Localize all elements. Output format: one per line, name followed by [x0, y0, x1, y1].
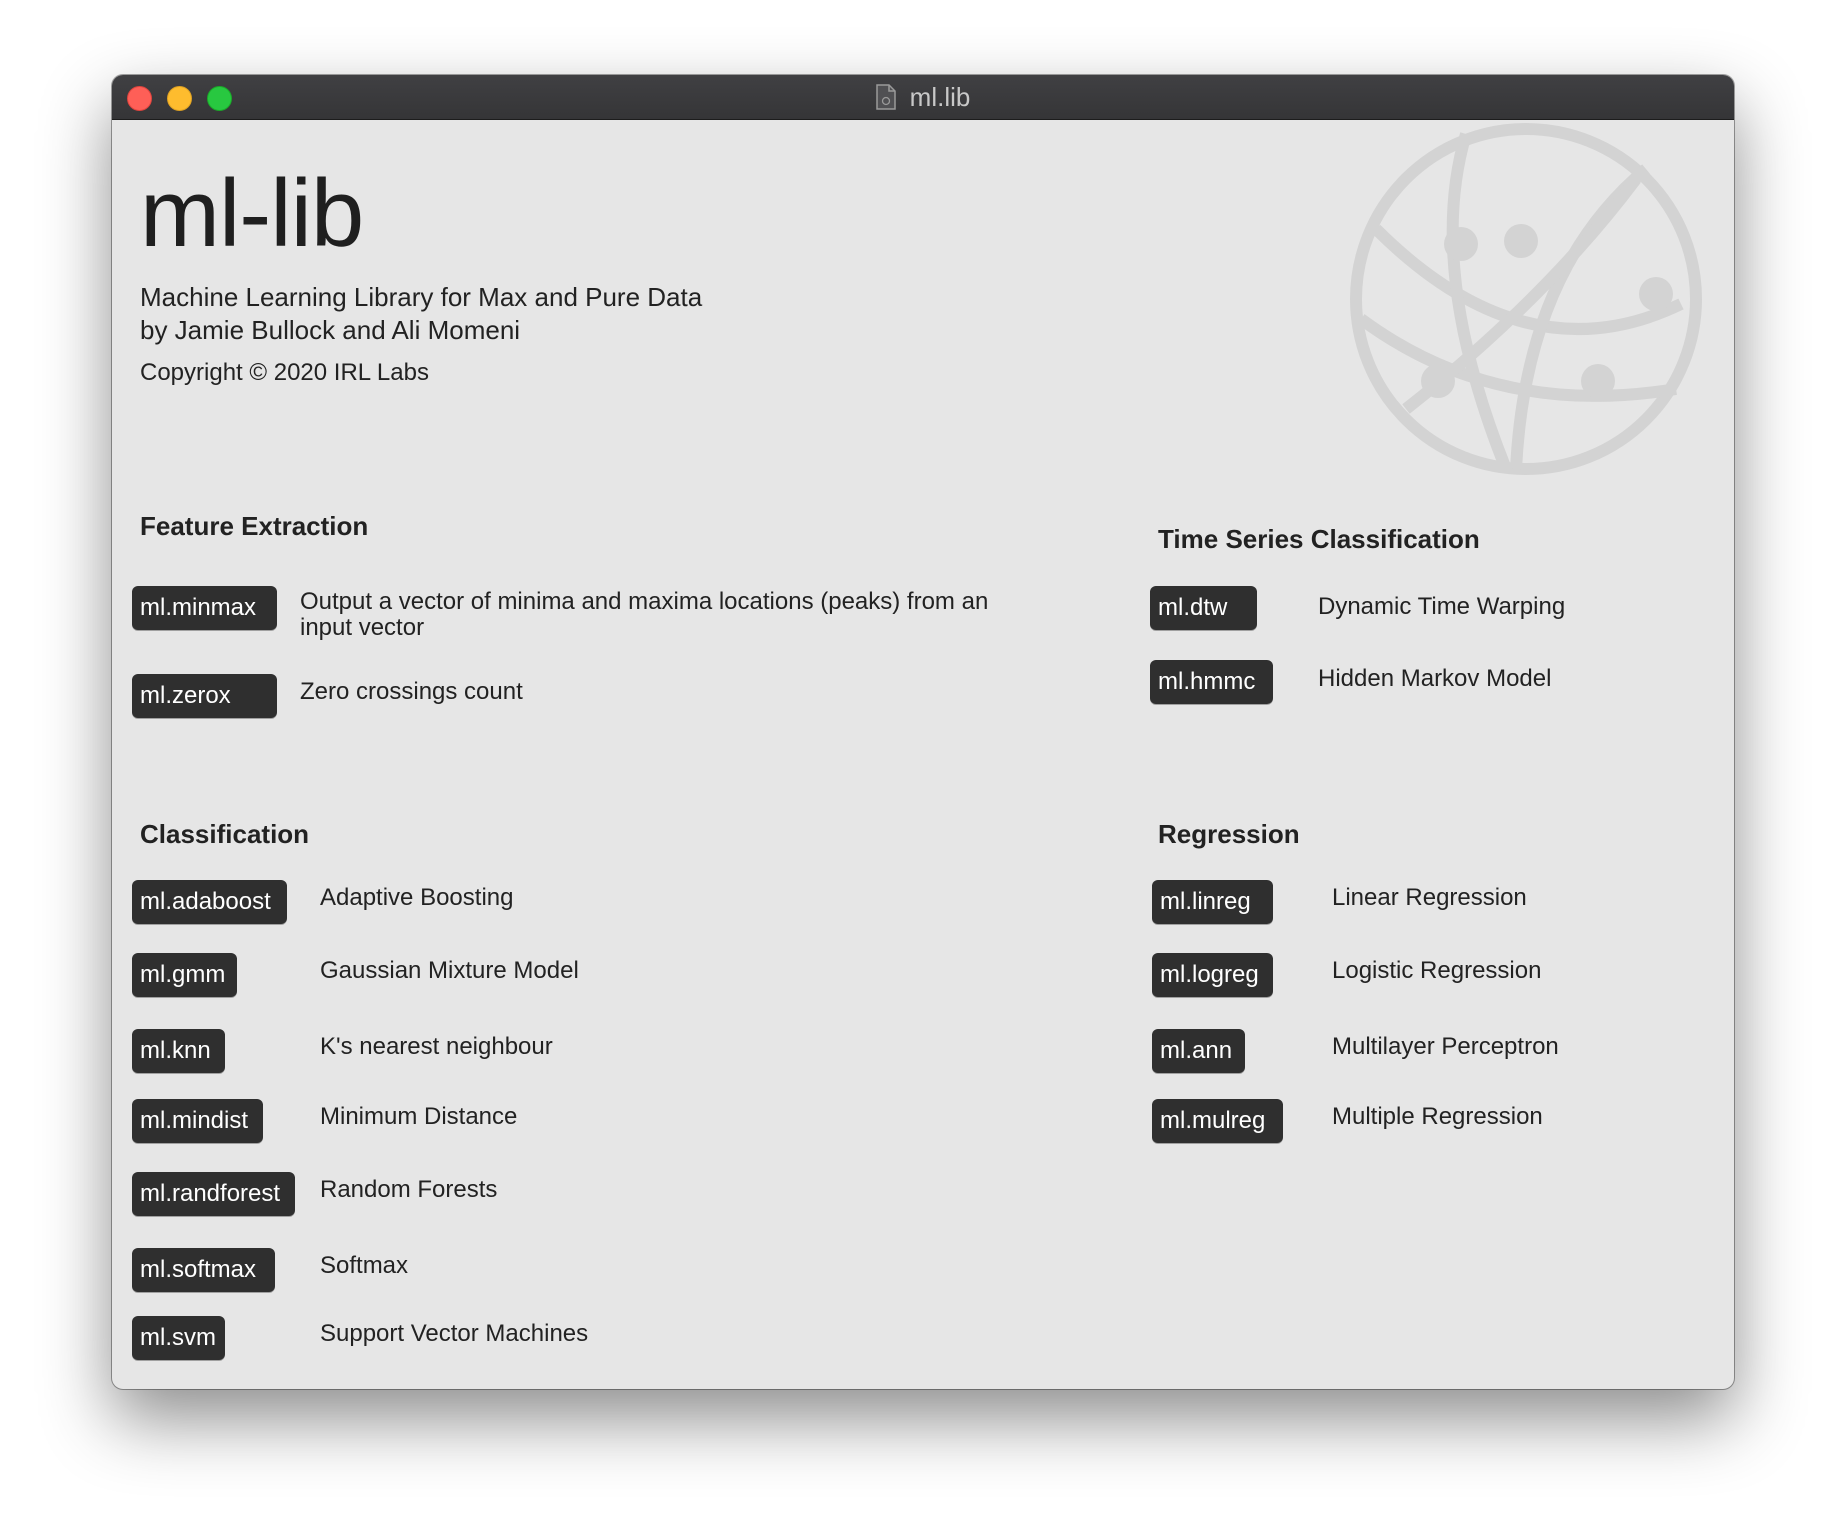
- patcher-content: ml-lib Machine Learning Library for Max …: [112, 119, 1734, 1389]
- window-title-area: ml.lib: [112, 75, 1734, 119]
- document-icon: [875, 84, 896, 110]
- library-title: ml-lib: [140, 160, 364, 267]
- app-window: ml.lib ml-lib Machine Learning Library f…: [112, 75, 1734, 1389]
- object-ml-knn[interactable]: ml.knn: [132, 1029, 225, 1073]
- description-ml-softmax: Softmax: [320, 1252, 409, 1279]
- description-ml-svm: Support Vector Machines: [320, 1320, 589, 1347]
- object-ml-mindist[interactable]: ml.mindist: [132, 1099, 263, 1143]
- library-subtitle: Machine Learning Library for Max and Pur…: [140, 281, 702, 347]
- description-ml-ann: Multilayer Perceptron: [1332, 1033, 1559, 1060]
- subtitle-line-2: by Jamie Bullock and Ali Momeni: [140, 315, 521, 345]
- object-ml-minmax[interactable]: ml.minmax: [132, 586, 277, 630]
- description-ml-mulreg: Multiple Regression: [1332, 1103, 1543, 1130]
- object-ml-hmmc[interactable]: ml.hmmc: [1150, 660, 1273, 704]
- section-title-time-series: Time Series Classification: [1158, 524, 1480, 554]
- object-ml-svm[interactable]: ml.svm: [132, 1316, 225, 1360]
- object-ml-gmm[interactable]: ml.gmm: [132, 953, 237, 997]
- window-title: ml.lib: [909, 81, 971, 112]
- description-ml-gmm: Gaussian Mixture Model: [320, 957, 579, 984]
- object-ml-adaboost[interactable]: ml.adaboost: [132, 880, 287, 924]
- globe-network-icon: [1350, 123, 1702, 475]
- object-ml-ann[interactable]: ml.ann: [1152, 1029, 1245, 1073]
- object-ml-randforest[interactable]: ml.randforest: [132, 1172, 295, 1216]
- section-title-classification: Classification: [140, 819, 310, 849]
- description-ml-mindist: Minimum Distance: [320, 1103, 518, 1130]
- description-ml-linreg: Linear Regression: [1332, 884, 1527, 911]
- description-ml-zerox: Zero crossings count: [300, 678, 523, 705]
- description-ml-hmmc: Hidden Markov Model: [1318, 665, 1552, 692]
- description-ml-logreg: Logistic Regression: [1332, 957, 1542, 984]
- description-ml-minmax: Output a vector of minima and maxima loc…: [300, 588, 989, 641]
- section-title-feature-extraction: Feature Extraction: [140, 511, 369, 541]
- object-ml-linreg[interactable]: ml.linreg: [1152, 880, 1273, 924]
- subtitle-line-1: Machine Learning Library for Max and Pur…: [140, 282, 703, 312]
- object-ml-zerox[interactable]: ml.zerox: [132, 674, 277, 718]
- object-ml-dtw[interactable]: ml.dtw: [1150, 586, 1257, 630]
- copyright-text: Copyright © 2020 IRL Labs: [140, 359, 429, 386]
- description-ml-dtw: Dynamic Time Warping: [1318, 593, 1566, 620]
- title-bar[interactable]: ml.lib: [112, 75, 1734, 120]
- description-ml-adaboost: Adaptive Boosting: [320, 884, 514, 911]
- description-ml-randforest: Random Forests: [320, 1176, 498, 1203]
- object-ml-mulreg[interactable]: ml.mulreg: [1152, 1099, 1283, 1143]
- object-ml-logreg[interactable]: ml.logreg: [1152, 953, 1273, 997]
- description-ml-knn: K's nearest neighbour: [320, 1033, 553, 1060]
- section-title-regression: Regression: [1158, 819, 1300, 849]
- object-ml-softmax[interactable]: ml.softmax: [132, 1248, 275, 1292]
